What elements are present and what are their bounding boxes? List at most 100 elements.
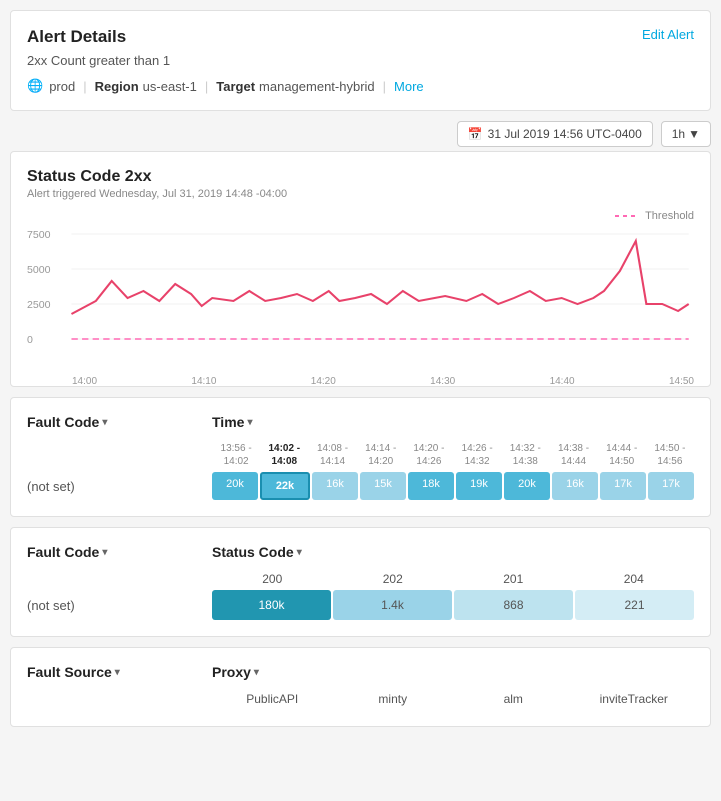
alert-description: 2xx Count greater than 1 xyxy=(27,53,694,68)
time-header-cell: 14:08 -14:14 xyxy=(308,442,356,468)
calendar-icon: 📅 xyxy=(468,127,483,141)
time-cells: 20k22k16k15k18k19k20k16k17k17k xyxy=(212,472,694,500)
fault-code-time-card: Fault Code ▾ Time ▾ 13:56 -14:0214:02 -1… xyxy=(10,397,711,517)
time-data-cell: 20k xyxy=(504,472,550,500)
fault-source-proxy-card: Fault Source ▾ Proxy ▾ PublicAPImintyalm… xyxy=(10,647,711,727)
time-data-cell: 19k xyxy=(456,472,502,500)
fault-code-status-card: Fault Code ▾ Status Code ▾ 200202201204 … xyxy=(10,527,711,637)
time-header-cell: 14:20 -14:26 xyxy=(405,442,453,468)
status-header-cell: 202 xyxy=(333,572,454,586)
status-sort-icon: ▾ xyxy=(297,547,302,558)
target-label: Target xyxy=(216,79,255,94)
time-col-header[interactable]: Time ▾ xyxy=(212,414,694,430)
proxy-header-cell: inviteTracker xyxy=(574,692,695,706)
time-header-cell: 14:44 -14:50 xyxy=(598,442,646,468)
time-data-cell: 22k xyxy=(260,472,310,500)
chart-card: Status Code 2xx Alert triggered Wednesda… xyxy=(10,151,711,387)
status-data-cell: 1.4k xyxy=(333,590,452,620)
time-data-cell: 16k xyxy=(552,472,598,500)
proxy-header-cell: minty xyxy=(333,692,454,706)
x-label: 14:30 xyxy=(430,376,455,387)
chart-subtitle: Alert triggered Wednesday, Jul 31, 2019 … xyxy=(27,188,694,200)
status-data-row: (not set) 180k1.4k868221 xyxy=(27,590,694,620)
alert-target: management-hybrid xyxy=(259,79,375,94)
time-data-cell: 18k xyxy=(408,472,454,500)
time-data-cell: 17k xyxy=(648,472,694,500)
time-sort-icon: ▾ xyxy=(247,417,252,428)
x-label: 14:00 xyxy=(72,376,97,387)
fault-code-col-header-2[interactable]: Fault Code ▾ xyxy=(27,544,212,560)
time-header-cell: 14:50 -14:56 xyxy=(646,442,694,468)
row-label-not-set-1: (not set) xyxy=(27,479,212,494)
fault-source-headers: Fault Source ▾ Proxy ▾ xyxy=(27,664,694,680)
svg-text:0: 0 xyxy=(27,335,33,346)
interval-value: 1h xyxy=(672,127,685,141)
interval-chevron-icon: ▼ xyxy=(688,127,700,141)
time-data-cell: 16k xyxy=(312,472,358,500)
chart-container: Threshold 7500 5000 2500 0 14:00 14:10 1… xyxy=(27,210,694,370)
svg-text:2500: 2500 xyxy=(27,300,51,311)
alert-meta: 🌐 prod | Region us-east-1 | Target manag… xyxy=(27,78,694,94)
globe-icon: 🌐 xyxy=(27,78,43,94)
time-data-cell: 15k xyxy=(360,472,406,500)
time-table: 13:56 -14:0214:02 -14:0814:08 -14:1414:1… xyxy=(27,442,694,500)
time-header-row: 13:56 -14:0214:02 -14:0814:08 -14:1414:1… xyxy=(27,442,694,468)
time-data-row: (not set) 20k22k16k15k18k19k20k16k17k17k xyxy=(27,472,694,500)
x-label: 14:40 xyxy=(550,376,575,387)
chart-title: Status Code 2xx xyxy=(27,168,694,186)
datetime-button[interactable]: 📅 31 Jul 2019 14:56 UTC-0400 xyxy=(457,121,653,147)
time-header-cell: 14:32 -14:38 xyxy=(501,442,549,468)
status-data-cell: 868 xyxy=(454,590,573,620)
proxy-header-cell: alm xyxy=(453,692,574,706)
fault-source-col-header[interactable]: Fault Source ▾ xyxy=(27,664,212,680)
svg-text:7500: 7500 xyxy=(27,230,51,241)
time-header-cell: 13:56 -14:02 xyxy=(212,442,260,468)
alert-title: Alert Details xyxy=(27,27,126,47)
datetime-value: 31 Jul 2019 14:56 UTC-0400 xyxy=(488,127,642,141)
fault-source-sort-icon: ▾ xyxy=(115,667,120,678)
status-header-cell: 204 xyxy=(574,572,695,586)
status-header-cell: 200 xyxy=(212,572,333,586)
fault-code-col-header-1[interactable]: Fault Code ▾ xyxy=(27,414,212,430)
edit-alert-link[interactable]: Edit Alert xyxy=(642,27,694,42)
fault-code-sort-icon: ▾ xyxy=(102,417,107,428)
alert-details-card: Alert Details Edit Alert 2xx Count great… xyxy=(10,10,711,111)
status-code-col-header[interactable]: Status Code ▾ xyxy=(212,544,694,560)
time-data-cell: 17k xyxy=(600,472,646,500)
time-header-cell: 14:14 -14:20 xyxy=(357,442,405,468)
alert-header: Alert Details Edit Alert xyxy=(27,27,694,47)
proxy-header-cell: PublicAPI xyxy=(212,692,333,706)
proxy-sort-icon: ▾ xyxy=(254,667,259,678)
status-cells: 180k1.4k868221 xyxy=(212,590,694,620)
status-header-row: 200202201204 xyxy=(27,572,694,586)
row-label-not-set-2: (not set) xyxy=(27,598,212,613)
time-data-cell: 20k xyxy=(212,472,258,500)
x-label: 14:20 xyxy=(311,376,336,387)
x-axis-labels: 14:00 14:10 14:20 14:30 14:40 14:50 xyxy=(27,374,694,387)
more-link[interactable]: More xyxy=(394,79,424,94)
proxy-header-row: PublicAPImintyalminviteTracker xyxy=(27,692,694,706)
fault-code-status-headers: Fault Code ▾ Status Code ▾ xyxy=(27,544,694,560)
status-data-cell: 221 xyxy=(575,590,694,620)
status-data-cell: 180k xyxy=(212,590,331,620)
fault-code-sort-icon-2: ▾ xyxy=(102,547,107,558)
x-label: 14:10 xyxy=(191,376,216,387)
controls-row: 📅 31 Jul 2019 14:56 UTC-0400 1h ▼ xyxy=(10,121,711,147)
threshold-line-sample xyxy=(615,215,639,217)
time-header-cell: 14:02 -14:08 xyxy=(260,442,308,468)
status-table: 200202201204 (not set) 180k1.4k868221 xyxy=(27,572,694,620)
svg-text:5000: 5000 xyxy=(27,265,51,276)
threshold-legend: Threshold xyxy=(615,210,694,222)
alert-env: prod xyxy=(49,79,75,94)
fault-code-time-headers: Fault Code ▾ Time ▾ xyxy=(27,414,694,430)
alert-region: us-east-1 xyxy=(143,79,197,94)
region-label: Region xyxy=(95,79,139,94)
status-header-cell: 201 xyxy=(453,572,574,586)
time-header-cell: 14:38 -14:44 xyxy=(549,442,597,468)
proxy-col-header[interactable]: Proxy ▾ xyxy=(212,664,694,680)
interval-button[interactable]: 1h ▼ xyxy=(661,121,711,147)
threshold-label: Threshold xyxy=(645,210,694,222)
x-label: 14:50 xyxy=(669,376,694,387)
chart-svg: 7500 5000 2500 0 xyxy=(27,226,694,371)
time-header-cell: 14:26 -14:32 xyxy=(453,442,501,468)
